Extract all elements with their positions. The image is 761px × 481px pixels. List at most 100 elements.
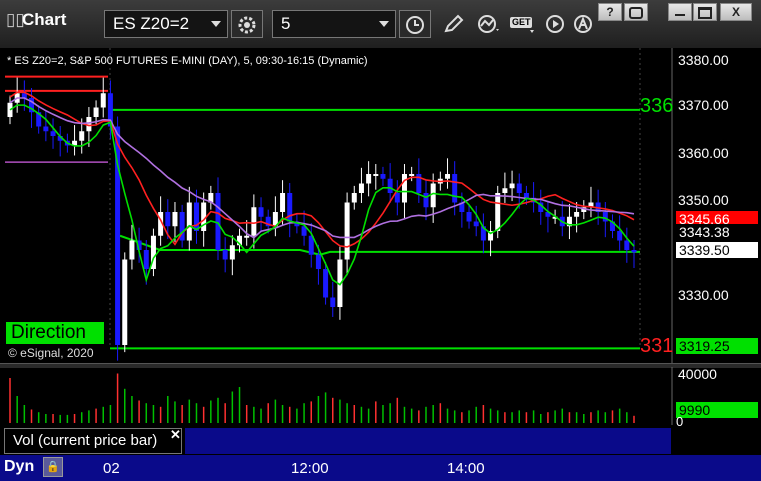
- candle-body: [401, 174, 407, 203]
- candle-body: [495, 193, 501, 231]
- close-button[interactable]: X: [720, 3, 752, 21]
- candle-body: [516, 183, 522, 193]
- chevron-down-icon[interactable]: [211, 21, 221, 27]
- candle-body: [143, 250, 149, 269]
- dynamic-toggle-label[interactable]: Dyn: [4, 458, 34, 476]
- gear-icon: [238, 16, 256, 34]
- minimize-icon: [675, 14, 685, 16]
- candle-body: [466, 212, 472, 222]
- symbol-settings-button[interactable]: [231, 10, 263, 38]
- volume-study-label[interactable]: Vol (current price bar): [4, 428, 182, 454]
- candle-body: [523, 193, 529, 198]
- minimize-button[interactable]: [668, 3, 692, 21]
- price-axis-label: 3330.00: [678, 287, 729, 303]
- candle-body: [251, 207, 257, 236]
- candle-body: [344, 202, 350, 260]
- volume-tag: 9990: [676, 402, 758, 418]
- candle-body: [351, 193, 357, 203]
- price-axis-label: 3350.00: [678, 192, 729, 208]
- time-axis-label: 12:00: [291, 460, 329, 477]
- chevron-down-icon[interactable]: [379, 21, 389, 27]
- alert-icon: [574, 15, 592, 33]
- symbol-input[interactable]: ES Z20=2: [104, 10, 228, 38]
- candle-body: [86, 117, 92, 132]
- studies-icon: [478, 15, 499, 33]
- direction-label: Direction: [6, 322, 104, 344]
- candle-body: [79, 131, 85, 141]
- candle-body: [624, 240, 630, 250]
- price-tag-level: 3319.25: [676, 338, 758, 354]
- candle-body: [409, 174, 415, 176]
- candle-body: [244, 235, 250, 238]
- candle-body: [222, 250, 228, 260]
- app-title: ▯▯Chart: [6, 10, 66, 30]
- get-label: GET: [512, 17, 531, 27]
- maximize-button[interactable]: [693, 3, 717, 21]
- candle-body: [280, 193, 286, 212]
- time-axis-label: 02: [103, 460, 120, 477]
- symbol-value: ES Z20=2: [113, 14, 190, 33]
- price-axis-label: 3380.00: [678, 52, 729, 68]
- candle-body: [366, 174, 372, 184]
- support-line: [119, 234, 640, 256]
- candle-body: [100, 93, 106, 108]
- candle-body: [315, 254, 321, 269]
- candle-body: [509, 183, 515, 189]
- pencil-icon: [444, 14, 464, 33]
- draw-tool-button[interactable]: [438, 10, 470, 38]
- close-icon[interactable]: ✕: [170, 427, 181, 443]
- lock-icon[interactable]: 🔒: [43, 457, 63, 477]
- candle-body: [43, 126, 49, 132]
- candle-body: [452, 174, 458, 203]
- chart-header: * ES Z20=2, S&P 500 FUTURES E-MINI (DAY)…: [7, 55, 368, 67]
- interval-input[interactable]: 5: [272, 10, 396, 38]
- volume-chart[interactable]: [0, 367, 761, 425]
- time-axis-label: 14:00: [447, 460, 485, 477]
- interval-clock-button[interactable]: [399, 10, 431, 38]
- link-icon: [629, 7, 643, 19]
- price-tag-last: 3339.50: [676, 242, 758, 258]
- candle-body: [423, 193, 429, 208]
- help-button[interactable]: ?: [598, 3, 622, 21]
- candle-body: [394, 193, 400, 203]
- candle-body: [215, 193, 221, 250]
- candle-body: [502, 188, 508, 193]
- candle-body: [430, 183, 436, 208]
- candle-body: [602, 212, 608, 222]
- candle-body: [574, 212, 580, 217]
- price-axis-label: 3360.00: [678, 145, 729, 161]
- clock-icon: [406, 16, 424, 34]
- chart-glyph-icon: ▯▯: [6, 10, 25, 29]
- candle-body: [323, 269, 329, 298]
- candle-body: [122, 259, 128, 345]
- volume-chart-canvas: [9, 367, 673, 425]
- candle-body: [445, 174, 451, 179]
- maximize-icon: [698, 7, 712, 19]
- interval-value: 5: [281, 14, 291, 33]
- candle-body: [373, 174, 379, 176]
- candle-body: [193, 202, 199, 231]
- candle-body: [229, 245, 235, 260]
- volume-axis-label: 40000: [678, 366, 717, 382]
- alert-button[interactable]: [568, 10, 600, 38]
- price-tag-ma: 3343.38: [676, 224, 758, 240]
- candle-body: [358, 183, 364, 193]
- lower-level-label: 331: [640, 335, 674, 357]
- candle-body: [50, 131, 56, 136]
- app-title-text: Chart: [22, 10, 67, 29]
- candle-body: [631, 250, 637, 253]
- candle-body: [186, 202, 192, 241]
- candle-body: [93, 107, 99, 117]
- volume-label-bar: [185, 428, 671, 454]
- candle-body: [387, 178, 393, 193]
- candle-body: [129, 240, 135, 260]
- candle-body: [380, 174, 386, 179]
- studies-button[interactable]: [472, 10, 504, 38]
- candle-body: [258, 207, 264, 217]
- get-data-button[interactable]: GET: [505, 10, 537, 38]
- copyright: © eSignal, 2020: [8, 346, 94, 360]
- link-button[interactable]: [624, 3, 648, 21]
- candle-body: [172, 212, 178, 227]
- play-icon: [546, 15, 564, 33]
- price-axis-label: 3370.00: [678, 97, 729, 113]
